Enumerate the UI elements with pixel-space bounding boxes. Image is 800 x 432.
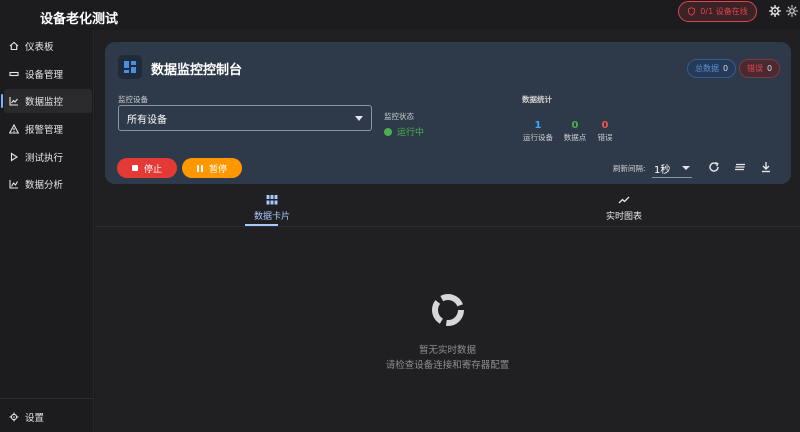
stat-value: 1 <box>534 120 542 131</box>
trend-icon <box>618 196 630 204</box>
chip-label: 总数据 <box>695 64 719 73</box>
device-select-value: 所有设备 <box>127 114 167 126</box>
caret-down-icon <box>682 166 690 170</box>
monitor-console-card: 数据监控控制台 总数据 0 错误 0 监控设备 所有设备 监控状态 运行中 数据… <box>105 42 791 184</box>
pause-button-label: 暂停 <box>208 164 227 175</box>
shield-icon <box>688 7 696 16</box>
stat-errors: 0 错误 <box>594 120 616 143</box>
sidebar-item-monitor[interactable]: 数据监控 <box>1 89 92 113</box>
sidebar-item-label: 数据监控 <box>25 97 64 108</box>
pause-icon <box>196 164 203 172</box>
device-select[interactable]: 所有设备 <box>118 105 372 131</box>
error-chip: 错误 0 <box>739 59 781 78</box>
sidebar-item-label: 数据分析 <box>25 180 64 191</box>
tab-data-cards[interactable]: 数据卡片 <box>242 194 302 226</box>
sidebar-item-alarms[interactable]: 报警管理 <box>4 117 92 141</box>
sidebar-item-label: 仪表板 <box>25 42 54 53</box>
tab-label: 实时图表 <box>605 212 642 222</box>
device-icon <box>9 71 19 77</box>
clear-list-icon[interactable] <box>734 161 746 173</box>
status-label: 监控状态 <box>384 112 414 121</box>
sidebar-item-dashboard[interactable]: 仪表板 <box>4 34 92 58</box>
main-content: 数据监控控制台 总数据 0 错误 0 监控设备 所有设备 监控状态 运行中 数据… <box>95 30 800 432</box>
stat-data-points: 0 数据点 <box>562 120 588 143</box>
chart-icon <box>9 97 18 106</box>
sidebar-item-test-run[interactable]: 测试执行 <box>4 145 92 169</box>
stop-button-label: 停止 <box>143 164 162 175</box>
status-value: 运行中 <box>397 128 425 138</box>
status-dot-icon <box>384 127 392 136</box>
stat-label: 运行设备 <box>523 133 553 142</box>
home-icon <box>9 41 19 51</box>
console-title: 数据监控控制台 <box>151 63 243 78</box>
stat-running-devices: 1 运行设备 <box>522 120 554 143</box>
grid-icon <box>266 195 278 205</box>
refresh-interval-value: 1秒 <box>654 165 671 176</box>
sidebar-item-settings[interactable]: 设置 <box>4 405 92 429</box>
tab-realtime-chart[interactable]: 实时图表 <box>594 194 654 222</box>
total-data-chip: 总数据 0 <box>687 59 737 78</box>
stop-icon <box>131 165 138 171</box>
refresh-icon[interactable] <box>708 161 720 173</box>
dashboard-grid-icon <box>118 55 142 79</box>
device-select-label: 监控设备 <box>118 95 148 104</box>
sidebar-item-label: 设备管理 <box>25 70 64 81</box>
analytics-icon <box>9 180 18 189</box>
app-title: 设备老化测试 <box>40 12 119 27</box>
device-online-badge[interactable]: 0/1 设备在线 <box>678 1 757 22</box>
sidebar-item-label: 报警管理 <box>25 125 64 136</box>
stat-value: 0 <box>601 120 609 131</box>
chip-value: 0 <box>767 64 773 73</box>
empty-state-title: 暂无实时数据 <box>418 345 476 356</box>
stat-label: 数据点 <box>563 133 587 142</box>
sidebar-item-label: 设置 <box>25 413 45 424</box>
sidebar-item-analytics[interactable]: 数据分析 <box>4 172 92 196</box>
caret-down-icon <box>355 116 363 121</box>
top-bar: 设备老化测试 0/1 设备在线 <box>0 0 800 30</box>
play-icon <box>10 152 19 162</box>
sidebar: 仪表板 设备管理 数据监控 报警管理 测试执行 数据分析 设置 <box>0 30 94 432</box>
download-icon[interactable] <box>760 161 772 173</box>
theme-sun-icon[interactable] <box>786 5 798 17</box>
sidebar-item-label: 测试执行 <box>25 153 64 164</box>
warning-icon <box>9 124 19 134</box>
tabs-divider <box>95 226 800 227</box>
stat-label: 错误 <box>597 133 613 142</box>
gear-icon <box>9 412 19 422</box>
pause-button[interactable]: 暂停 <box>182 158 242 178</box>
refresh-interval-select[interactable]: 1秒 <box>652 156 692 178</box>
gear-icon[interactable] <box>769 5 781 17</box>
sidebar-item-devices[interactable]: 设备管理 <box>4 62 92 86</box>
tab-label: 数据卡片 <box>253 212 290 222</box>
sidebar-footer: 设置 <box>0 398 94 424</box>
stop-button[interactable]: 停止 <box>117 158 177 178</box>
stat-value: 0 <box>571 120 579 131</box>
online-badge-text: 0/1 设备在线 <box>700 7 748 16</box>
empty-state-subtitle: 请检查设备连接和寄存器配置 <box>385 360 510 371</box>
status-indicator: 运行中 <box>384 125 424 138</box>
refresh-interval-label: 刷新间隔: <box>613 164 646 173</box>
chip-value: 0 <box>723 64 729 73</box>
stats-title: 数据统计 <box>522 95 552 104</box>
loading-spinner-icon <box>432 294 464 326</box>
chip-label: 错误 <box>747 64 763 73</box>
